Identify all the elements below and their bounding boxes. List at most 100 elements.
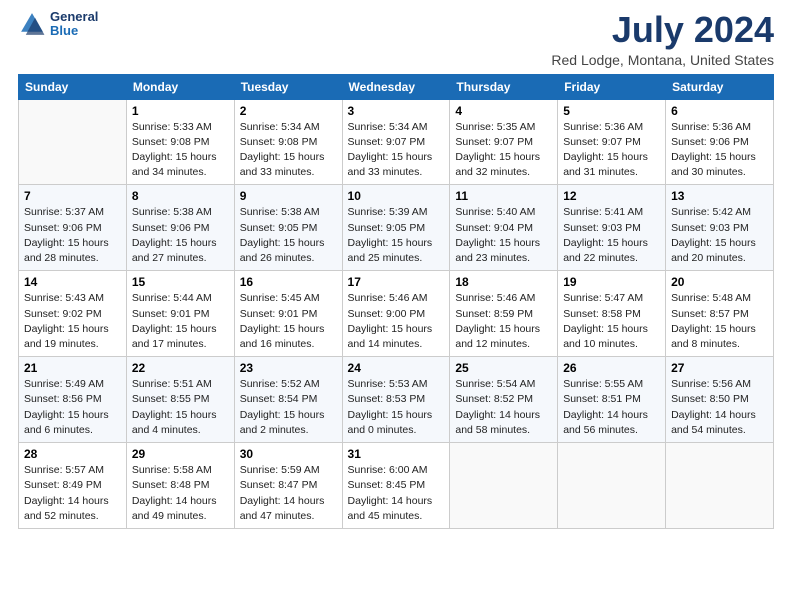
daylight-text-2: and 0 minutes. xyxy=(348,423,445,438)
sunset-text: Sunset: 9:01 PM xyxy=(240,307,337,322)
daylight-text-1: Daylight: 15 hours xyxy=(348,150,445,165)
logo-general: General xyxy=(50,10,98,24)
daylight-text-1: Daylight: 14 hours xyxy=(563,408,660,423)
daylight-text-1: Daylight: 15 hours xyxy=(563,322,660,337)
day-number: 25 xyxy=(455,361,552,375)
calendar-cell: 6Sunrise: 5:36 AMSunset: 9:06 PMDaylight… xyxy=(666,99,774,185)
calendar-cell: 13Sunrise: 5:42 AMSunset: 9:03 PMDayligh… xyxy=(666,185,774,271)
calendar: Sunday Monday Tuesday Wednesday Thursday… xyxy=(18,74,774,529)
day-number: 19 xyxy=(563,275,660,289)
daylight-text-2: and 6 minutes. xyxy=(24,423,121,438)
calendar-cell: 27Sunrise: 5:56 AMSunset: 8:50 PMDayligh… xyxy=(666,357,774,443)
day-number: 20 xyxy=(671,275,768,289)
calendar-cell: 15Sunrise: 5:44 AMSunset: 9:01 PMDayligh… xyxy=(126,271,234,357)
sunrise-text: Sunrise: 6:00 AM xyxy=(348,463,445,478)
daylight-text-1: Daylight: 14 hours xyxy=(455,408,552,423)
daylight-text-2: and 27 minutes. xyxy=(132,251,229,266)
calendar-cell: 24Sunrise: 5:53 AMSunset: 8:53 PMDayligh… xyxy=(342,357,450,443)
day-number: 11 xyxy=(455,189,552,203)
day-info: Sunrise: 5:34 AMSunset: 9:08 PMDaylight:… xyxy=(240,120,337,181)
calendar-week-1: 7 Sunrise: 5:37 AMSunset: 9:06 PMDaylight… xyxy=(19,185,774,271)
sunset-text: Sunset: 9:06 PM xyxy=(671,135,768,150)
daylight-text-2: and 33 minutes. xyxy=(240,165,337,180)
daylight-text-2: and 17 minutes. xyxy=(132,337,229,352)
daylight-text-1: Daylight: 15 hours xyxy=(348,322,445,337)
day-number: 26 xyxy=(563,361,660,375)
sunrise-text: Sunrise: 5:37 AM xyxy=(24,205,121,220)
calendar-cell: 14Sunrise: 5:43 AMSunset: 9:02 PMDayligh… xyxy=(19,271,127,357)
daylight-text-2: and 32 minutes. xyxy=(455,165,552,180)
logo-blue: Blue xyxy=(50,24,98,38)
sunrise-text: Sunrise: 5:36 AM xyxy=(563,120,660,135)
calendar-cell: 4Sunrise: 5:35 AMSunset: 9:07 PMDaylight… xyxy=(450,99,558,185)
daylight-text-1: Daylight: 15 hours xyxy=(240,408,337,423)
logo: General Blue xyxy=(18,10,98,39)
daylight-text-1: Daylight: 15 hours xyxy=(132,408,229,423)
day-number: 7 xyxy=(24,189,121,203)
sunset-text: Sunset: 9:05 PM xyxy=(348,221,445,236)
day-info: Sunrise: 5:48 AMSunset: 8:57 PMDaylight:… xyxy=(671,291,768,352)
sunset-text: Sunset: 9:00 PM xyxy=(348,307,445,322)
sunset-text: Sunset: 8:59 PM xyxy=(455,307,552,322)
day-number: 16 xyxy=(240,275,337,289)
day-number: 8 xyxy=(132,189,229,203)
sunset-text: Sunset: 9:03 PM xyxy=(563,221,660,236)
sunset-text: Sunset: 8:54 PM xyxy=(240,392,337,407)
sunset-text: Sunset: 8:57 PM xyxy=(671,307,768,322)
month-title: July 2024 xyxy=(551,10,774,50)
daylight-text-1: Daylight: 15 hours xyxy=(671,236,768,251)
calendar-week-4: 28Sunrise: 5:57 AMSunset: 8:49 PMDayligh… xyxy=(19,443,774,529)
sunset-text: Sunset: 9:05 PM xyxy=(240,221,337,236)
daylight-text-1: Daylight: 14 hours xyxy=(671,408,768,423)
daylight-text-2: and 8 minutes. xyxy=(671,337,768,352)
header-friday: Friday xyxy=(558,74,666,99)
calendar-cell: 25Sunrise: 5:54 AMSunset: 8:52 PMDayligh… xyxy=(450,357,558,443)
calendar-cell xyxy=(19,99,127,185)
logo-icon xyxy=(18,10,46,38)
sunrise-text: Sunrise: 5:53 AM xyxy=(348,377,445,392)
day-number: 30 xyxy=(240,447,337,461)
sunset-text: Sunset: 9:07 PM xyxy=(348,135,445,150)
sunset-text: Sunset: 8:52 PM xyxy=(455,392,552,407)
header-sunday: Sunday xyxy=(19,74,127,99)
sunrise-text: Sunrise: 5:40 AM xyxy=(455,205,552,220)
calendar-header-row: Sunday Monday Tuesday Wednesday Thursday… xyxy=(19,74,774,99)
header-wednesday: Wednesday xyxy=(342,74,450,99)
daylight-text-1: Daylight: 14 hours xyxy=(240,494,337,509)
daylight-text-1: Daylight: 15 hours xyxy=(455,236,552,251)
day-info: Sunrise: 5:37 AMSunset: 9:06 PMDaylight:… xyxy=(24,205,121,266)
day-info: Sunrise: 5:57 AMSunset: 8:49 PMDaylight:… xyxy=(24,463,121,524)
calendar-cell: 10Sunrise: 5:39 AMSunset: 9:05 PMDayligh… xyxy=(342,185,450,271)
header-thursday: Thursday xyxy=(450,74,558,99)
daylight-text-2: and 20 minutes. xyxy=(671,251,768,266)
calendar-cell xyxy=(558,443,666,529)
day-info: Sunrise: 6:00 AMSunset: 8:45 PMDaylight:… xyxy=(348,463,445,524)
calendar-cell: 1Sunrise: 5:33 AMSunset: 9:08 PMDaylight… xyxy=(126,99,234,185)
day-info: Sunrise: 5:45 AMSunset: 9:01 PMDaylight:… xyxy=(240,291,337,352)
calendar-cell: 21Sunrise: 5:49 AMSunset: 8:56 PMDayligh… xyxy=(19,357,127,443)
sunrise-text: Sunrise: 5:44 AM xyxy=(132,291,229,306)
sunrise-text: Sunrise: 5:49 AM xyxy=(24,377,121,392)
calendar-cell xyxy=(666,443,774,529)
daylight-text-2: and 31 minutes. xyxy=(563,165,660,180)
header-monday: Monday xyxy=(126,74,234,99)
calendar-cell: 20 Sunrise: 5:48 AMSunset: 8:57 PMDayligh… xyxy=(666,271,774,357)
day-number: 21 xyxy=(24,361,121,375)
sunrise-text: Sunrise: 5:59 AM xyxy=(240,463,337,478)
day-number: 14 xyxy=(24,275,121,289)
calendar-week-2: 14Sunrise: 5:43 AMSunset: 9:02 PMDayligh… xyxy=(19,271,774,357)
day-number: 24 xyxy=(348,361,445,375)
daylight-text-2: and 30 minutes. xyxy=(671,165,768,180)
day-number: 31 xyxy=(348,447,445,461)
day-info: Sunrise: 5:38 AMSunset: 9:05 PMDaylight:… xyxy=(240,205,337,266)
day-info: Sunrise: 5:33 AMSunset: 9:08 PMDaylight:… xyxy=(132,120,229,181)
calendar-cell: 12Sunrise: 5:41 AMSunset: 9:03 PMDayligh… xyxy=(558,185,666,271)
sunrise-text: Sunrise: 5:38 AM xyxy=(132,205,229,220)
header-saturday: Saturday xyxy=(666,74,774,99)
sunrise-text: Sunrise: 5:42 AM xyxy=(671,205,768,220)
daylight-text-2: and 2 minutes. xyxy=(240,423,337,438)
sunrise-text: Sunrise: 5:46 AM xyxy=(348,291,445,306)
sunset-text: Sunset: 8:50 PM xyxy=(671,392,768,407)
daylight-text-1: Daylight: 14 hours xyxy=(132,494,229,509)
sunset-text: Sunset: 9:03 PM xyxy=(671,221,768,236)
